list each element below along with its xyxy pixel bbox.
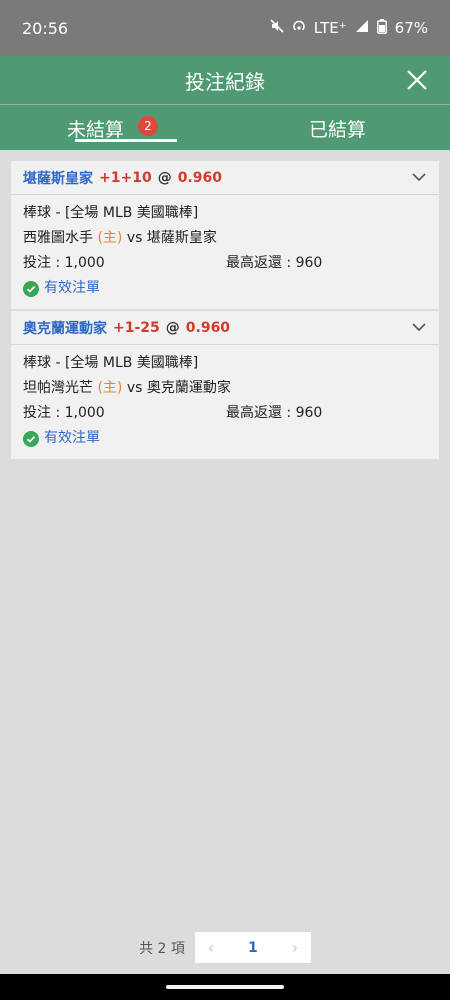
bet-team: 奧克蘭運動家 (23, 320, 107, 337)
tab-settled[interactable]: 已結算 (225, 105, 450, 151)
bet-max-return: 最高返還 : 960 (226, 255, 323, 271)
page-title: 投注紀錄 (185, 69, 265, 94)
check-circle-icon (23, 280, 39, 297)
pagination: 共 2 項 ‹ 1 › (0, 932, 450, 963)
bet-amounts: 投注 : 1,000 最高返還 : 960 (23, 401, 427, 426)
bet-at: @ (165, 319, 180, 336)
chevron-down-icon[interactable] (411, 169, 427, 185)
bet-card-header[interactable]: 堪薩斯皇家 +1+10 @ 0.960 (11, 161, 439, 195)
tab-settled-label: 已結算 (308, 118, 366, 141)
match-away-team: 奧克蘭運動家 (146, 380, 231, 396)
header: 投注紀錄 (0, 56, 450, 104)
vs-label: vs (126, 230, 143, 246)
bet-odds: 0.960 (177, 169, 222, 186)
vs-label: vs (126, 380, 143, 396)
status-time: 20:56 (22, 18, 69, 38)
bet-handicap: +1+10 (99, 169, 152, 186)
bet-card-body: 棒球 - [全場 MLB 美國職棒] 坦帕灣光芒 (主) vs 奧克蘭運動家 投… (11, 345, 439, 459)
bet-card: 堪薩斯皇家 +1+10 @ 0.960 棒球 - [全場 MLB 美國職棒] 西… (11, 161, 439, 309)
bet-status-label: 有效注單 (44, 430, 100, 446)
active-tab-indicator (75, 139, 177, 142)
network-label: LTE⁺ (313, 19, 347, 37)
next-page-button[interactable]: › (279, 932, 311, 963)
bet-status: 有效注單 (23, 426, 427, 451)
bet-card: 奧克蘭運動家 +1-25 @ 0.960 棒球 - [全場 MLB 美國職棒] … (11, 311, 439, 459)
home-gesture-bar[interactable] (166, 985, 284, 989)
bet-at: @ (157, 169, 172, 186)
bet-category: 棒球 - [全場 MLB 美國職棒] (23, 355, 199, 371)
match-home-team: 西雅圖水手 (23, 230, 93, 246)
status-bar: 20:56 LTE⁺ 67% (0, 0, 450, 56)
total-count: 共 2 項 (139, 940, 185, 957)
bet-category: 棒球 - [全場 MLB 美國職棒] (23, 205, 199, 221)
bet-stake: 投注 : 1,000 (23, 255, 105, 271)
match-home-team: 坦帕灣光芒 (23, 380, 93, 396)
bet-team: 堪薩斯皇家 (23, 170, 93, 187)
pager: ‹ 1 › (194, 932, 311, 963)
system-nav-bar (0, 974, 450, 1000)
tab-bar: 未結算 2 已結算 (0, 104, 450, 150)
bet-odds: 0.960 (185, 319, 231, 336)
prev-page-button[interactable]: ‹ (195, 932, 227, 963)
signal-icon (355, 19, 369, 37)
home-marker: (主) (97, 380, 123, 396)
unsettled-count-badge: 2 (138, 116, 158, 136)
bet-stake: 投注 : 1,000 (23, 405, 105, 421)
status-icons: LTE⁺ 67% (270, 18, 428, 38)
tab-unsettled[interactable]: 未結算 2 (0, 105, 225, 151)
close-icon (407, 70, 427, 90)
bet-match: 坦帕灣光芒 (主) vs 奧克蘭運動家 (23, 376, 427, 401)
bet-match: 西雅圖水手 (主) vs 堪薩斯皇家 (23, 226, 427, 251)
chevron-down-icon[interactable] (411, 319, 427, 335)
check-circle-icon (23, 430, 39, 447)
battery-percent: 67% (394, 19, 428, 37)
home-marker: (主) (97, 230, 123, 246)
battery-icon (376, 18, 387, 38)
mute-icon (270, 19, 284, 37)
bet-max-return: 最高返還 : 960 (226, 405, 323, 421)
page-number-button[interactable]: 1 (227, 940, 279, 956)
close-button[interactable] (402, 65, 432, 95)
tab-unsettled-label: 未結算 (66, 118, 124, 141)
match-away-team: 堪薩斯皇家 (146, 230, 217, 246)
bet-amounts: 投注 : 1,000 最高返還 : 960 (23, 251, 427, 276)
hotspot-icon (292, 19, 306, 37)
bet-status-label: 有效注單 (44, 280, 100, 296)
bet-handicap: +1-25 (113, 319, 160, 336)
bet-card-header[interactable]: 奧克蘭運動家 +1-25 @ 0.960 (11, 311, 439, 345)
bet-card-body: 棒球 - [全場 MLB 美國職棒] 西雅圖水手 (主) vs 堪薩斯皇家 投注… (11, 195, 439, 309)
bet-status: 有效注單 (23, 276, 427, 301)
